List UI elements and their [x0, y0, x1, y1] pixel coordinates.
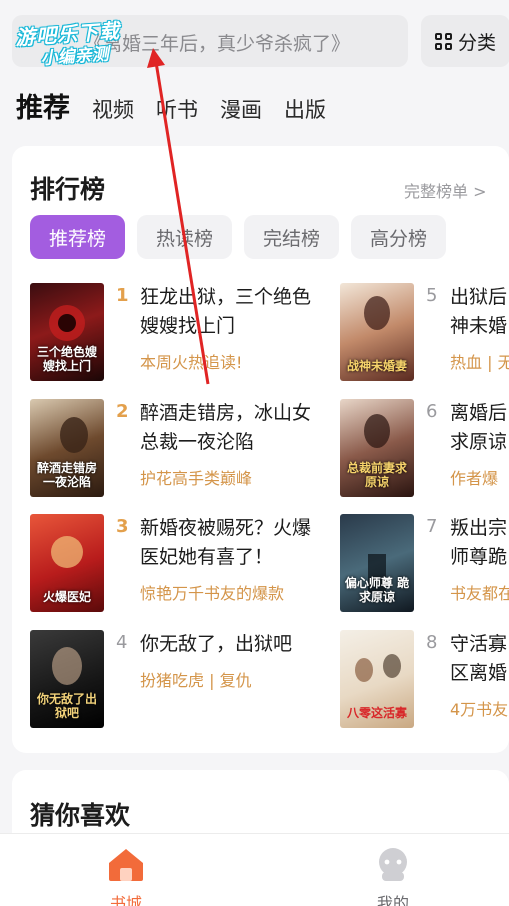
book-tag: 惊艳万千书友的爆款: [140, 584, 285, 603]
book-item[interactable]: 醉酒走错房 一夜沦陷 2 醉酒走错房，冰山女总裁一夜沦陷 护花高手类巅峰: [30, 399, 360, 499]
tab-video[interactable]: 视频: [92, 94, 134, 124]
book-tag: 扮猪吃虎 | 复仇: [140, 671, 252, 690]
full-ranking-link[interactable]: 完整榜单 >: [404, 178, 487, 202]
rank-number: 6: [426, 401, 438, 422]
tab-recommend[interactable]: 推荐: [16, 86, 70, 125]
book-item[interactable]: 总裁前妻求原谅 6 离婚后求原谅 作者爆: [340, 399, 509, 499]
search-row: 《离婚三年后，真少爷杀疯了》 游吧乐下载 小编亲测 分类: [12, 15, 509, 69]
book-title: 守活寡区离婚: [450, 633, 508, 684]
nav-bookstore[interactable]: 书城: [86, 846, 166, 906]
chip-finished[interactable]: 完结榜: [244, 215, 340, 259]
cover-title: 偏心师尊 跪求原谅: [344, 576, 410, 604]
cover-title: 战神未婚妻: [346, 359, 407, 373]
book-cover: 八零这活寡: [340, 630, 414, 728]
home-icon: [109, 849, 143, 881]
book-item[interactable]: 战神未婚妻 5 出狱后神未婚 热血 | 无: [340, 283, 509, 383]
category-button[interactable]: 分类: [421, 15, 509, 67]
nav-profile-label: 我的: [376, 894, 409, 906]
chip-hot[interactable]: 热读榜: [137, 215, 233, 259]
book-tag: 4万书友: [450, 700, 509, 719]
tab-publish[interactable]: 出版: [284, 94, 326, 124]
book-cover: 战神未婚妻: [340, 283, 414, 381]
grid-icon: [434, 32, 452, 50]
book-tag: 作者爆: [450, 469, 499, 488]
book-title: 醉酒走错房，冰山女总裁一夜沦陷: [140, 402, 312, 453]
top-tabs: 推荐 视频 听书 漫画 出版: [16, 86, 348, 126]
book-tag: 热血 | 无: [450, 353, 509, 372]
book-item[interactable]: 偏心师尊 跪求原谅 7 叛出宗师尊跪 书友都在: [340, 514, 509, 614]
book-title: 你无敌了，出狱吧: [140, 633, 293, 655]
watermark-logo: 游吧乐下载 小编亲测: [14, 12, 158, 82]
rank-number: 7: [426, 516, 438, 537]
book-item[interactable]: 火爆医妃 3 新婚夜被赐死？火爆医妃她有喜了！ 惊艳万千书友的爆款: [30, 514, 360, 614]
rank-number: 1: [116, 285, 129, 306]
profile-icon: [379, 848, 407, 881]
book-title: 离婚后求原谅: [450, 402, 508, 453]
cover-title: 你无敌了出狱吧: [36, 692, 97, 720]
nav-profile[interactable]: 我的: [353, 846, 433, 906]
book-tag: 护花高手类巅峰: [140, 469, 253, 488]
book-title: 狂龙出狱，三个绝色嫂嫂找上门: [140, 286, 312, 337]
book-cover: 你无敌了出狱吧: [30, 630, 104, 728]
book-cover: 总裁前妻求原谅: [340, 399, 414, 497]
chip-top-rated[interactable]: 高分榜: [351, 215, 447, 259]
book-title: 叛出宗师尊跪: [450, 517, 508, 568]
book-item[interactable]: 三个绝色嫂嫂找上门 1 狂龙出狱，三个绝色嫂嫂找上门 本周火热追读!: [30, 283, 360, 383]
guess-title: 猜你喜欢: [30, 801, 131, 830]
cover-title: 总裁前妻求原谅: [346, 461, 407, 489]
book-cover: 醉酒走错房 一夜沦陷: [30, 399, 104, 497]
rank-number: 3: [116, 516, 129, 537]
tab-audiobook[interactable]: 听书: [156, 94, 198, 124]
nav-bookstore-label: 书城: [109, 894, 142, 906]
ranking-title: 排行榜: [30, 175, 106, 204]
book-title: 新婚夜被赐死？火爆医妃她有喜了！: [140, 517, 312, 568]
book-cover: 偏心师尊 跪求原谅: [340, 514, 414, 612]
book-item[interactable]: 八零这活寡 8 守活寡区离婚 4万书友: [340, 630, 509, 730]
book-tag: 书友都在: [450, 584, 509, 603]
cover-title: 醉酒走错房 一夜沦陷: [36, 461, 97, 489]
book-tag: 本周火热追读!: [140, 353, 243, 372]
rank-number: 8: [426, 632, 438, 653]
cover-title: 火爆医妃: [42, 590, 91, 604]
ranking-chips: 推荐榜 热读榜 完结榜 高分榜: [30, 215, 447, 259]
cover-title: 八零这活寡: [346, 706, 407, 720]
cover-title: 三个绝色嫂嫂找上门: [36, 345, 97, 373]
ranking-card: 排行榜 完整榜单 > 推荐榜 热读榜 完结榜 高分榜 三个绝色嫂嫂找上门 1 狂…: [12, 146, 509, 753]
book-cover: 三个绝色嫂嫂找上门: [30, 283, 104, 381]
watermark-line2: 小编亲测: [40, 44, 110, 70]
tab-comic[interactable]: 漫画: [220, 94, 262, 124]
book-title: 出狱后神未婚: [450, 286, 508, 337]
rank-number: 2: [116, 401, 129, 422]
rank-number: 4: [116, 632, 128, 653]
chip-recommend[interactable]: 推荐榜: [30, 215, 126, 259]
book-item[interactable]: 你无敌了出狱吧 4 你无敌了，出狱吧 扮猪吃虎 | 复仇: [30, 630, 360, 730]
book-cover: 火爆医妃: [30, 514, 104, 612]
category-label: 分类: [457, 31, 496, 54]
bookstore-page: 《离婚三年后，真少爷杀疯了》 游吧乐下载 小编亲测 分类 推荐 视频 听书 漫画…: [0, 0, 509, 906]
rank-number: 5: [426, 285, 438, 306]
bottom-nav: 书城 我的: [0, 833, 509, 906]
